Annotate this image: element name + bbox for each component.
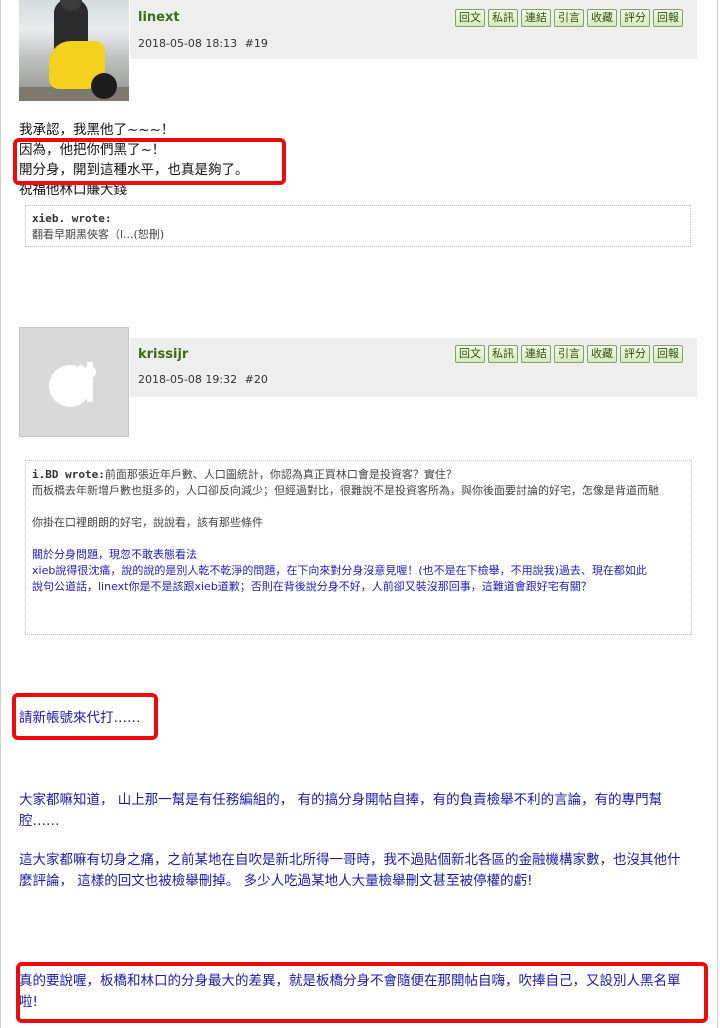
quote-author: i.BD wrote:	[32, 468, 105, 481]
reply-button[interactable]: 回文	[455, 345, 485, 363]
user-avatar-linext[interactable]	[19, 0, 129, 101]
private-message-button[interactable]: 私訊	[488, 9, 518, 27]
rate-button[interactable]: 評分	[620, 9, 650, 27]
link-button[interactable]: 連結	[521, 9, 551, 27]
user-avatar-krissijr[interactable]	[19, 327, 129, 437]
quote-block-20: i.BD wrote:前面那張近年戶數、人口圖統計，你認為真正買林口會是投資客？…	[25, 460, 692, 635]
highlight-box	[13, 138, 286, 185]
post-floor-19[interactable]: #19	[245, 37, 268, 50]
quote-comment: 關於分身問題，現忽不敢表態看法	[32, 548, 197, 561]
favorite-button[interactable]: 收藏	[587, 345, 617, 363]
quote-text: 前面那張近年戶數、人口圖統計，你認為真正買林口會是投資客？實住？	[104, 468, 457, 481]
post-floor-20[interactable]: #20	[245, 373, 268, 386]
private-message-button[interactable]: 私訊	[488, 345, 518, 363]
quote-comment: xieb說得很沈痛，說的說的是別人乾不乾淨的問題，在下向來對分身沒意見喔！(也不…	[32, 564, 647, 577]
report-button[interactable]: 回報	[653, 345, 683, 363]
post-meta-19: 2018-05-08 18:13 #19	[138, 37, 268, 50]
report-button[interactable]: 回報	[653, 9, 683, 27]
quote-comment: 說句公道話，linext你是不是該跟xieb道歉；否則在背後說分身不好，人前卻又…	[32, 580, 592, 593]
quote-button[interactable]: 引言	[554, 345, 584, 363]
default-avatar-icon	[49, 362, 96, 407]
username-19[interactable]: linext	[138, 10, 180, 25]
post-actions-20: 回文 私訊 連結 引言 收藏 評分 回報	[455, 345, 683, 363]
quote-button[interactable]: 引言	[554, 9, 584, 27]
post-meta-20: 2018-05-08 19:32 #20	[138, 373, 268, 386]
quote-author: xieb. wrote:	[32, 212, 112, 225]
post-paragraph: 大家都嘛知道， 山上那一幫是有任務編組的， 有的搞分身開帖自捧，有的負責檢舉不利…	[19, 792, 663, 829]
post-actions-19: 回文 私訊 連結 引言 收藏 評分 回報	[455, 9, 683, 27]
quote-text: 翻看早期黑俠客（l...(恕刪)	[32, 228, 165, 241]
favorite-button[interactable]: 收藏	[587, 9, 617, 27]
rate-button[interactable]: 評分	[620, 345, 650, 363]
highlight-box	[16, 962, 708, 1023]
link-button[interactable]: 連結	[521, 345, 551, 363]
quote-block-19: xieb. wrote: 翻看早期黑俠客（l...(恕刪)	[25, 205, 691, 247]
quote-text: 而板橋去年新增戶數也挺多的，人口卻反向減少；但經過對比，很難說不是投資客所為，與…	[32, 484, 659, 497]
quote-text: 你掛在口裡朗朗的好宅，說說看，該有那些條件	[32, 516, 263, 529]
username-20[interactable]: krissijr	[138, 347, 188, 362]
page-border-right	[717, 0, 718, 1028]
post-line: 我承認，我黑他了~~~！	[19, 122, 175, 138]
post-paragraph: 這大家都嘛有切身之痛，之前某地在自吹是新北所得一哥時，我不過貼個新北各區的金融機…	[19, 852, 681, 889]
post-date-20: 2018-05-08 19:32	[138, 373, 238, 386]
page-border-left	[0, 0, 1, 1028]
reply-button[interactable]: 回文	[455, 9, 485, 27]
highlight-box	[12, 693, 158, 740]
post-date-19: 2018-05-08 18:13	[138, 37, 238, 50]
